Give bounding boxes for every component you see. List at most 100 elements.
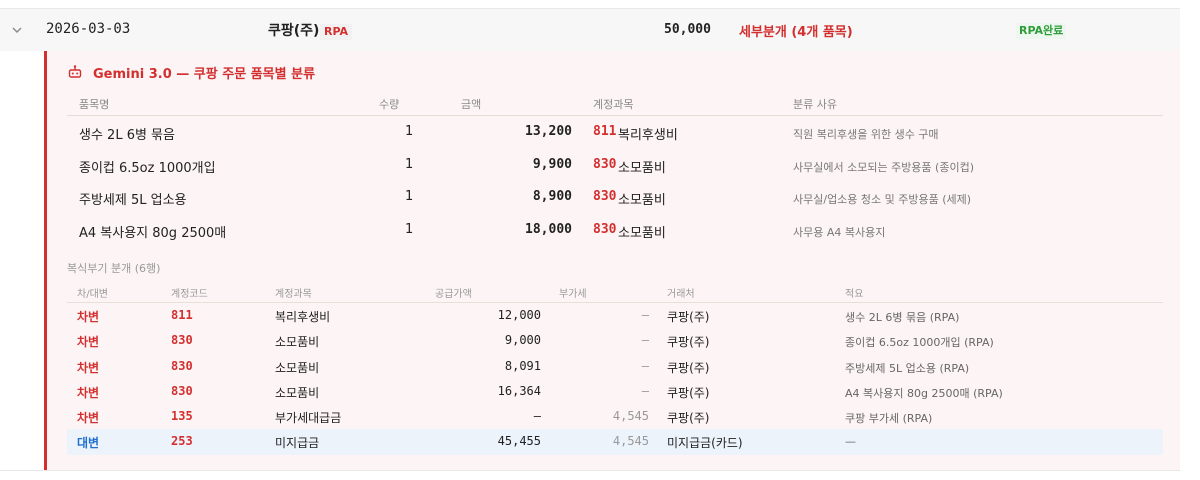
col-code: 계정코드: [171, 289, 208, 300]
col-amount: 금액: [461, 98, 482, 111]
table-row: 주방세제 5L 업소용 1 8,900 830 소모품비 사무실/업소용 청소 및 주방용…: [67, 181, 1163, 214]
supply-amount: 16,364: [497, 383, 541, 398]
col-party: 거래처: [667, 289, 695, 300]
table-row: 차변 830 소모품비 9,000 — 쿠팡(주) 종이컵 6.5oz 1000개입 (RP…: [67, 328, 1163, 353]
account-code: 811: [171, 308, 193, 322]
account-name: 소모품비: [618, 160, 666, 176]
robot-icon: [68, 65, 82, 78]
counterparty: 미지급금(카드): [667, 436, 743, 451]
chevron-down-icon[interactable]: [10, 23, 24, 37]
table-header: 차/대변 계정코드 계정과목 공급가액 부가세 거래처 적요: [67, 280, 1163, 303]
entry-side: 대변: [77, 436, 100, 451]
item-amount: 18,000: [525, 221, 572, 237]
item-name: 생수 2L 6병 묶음: [79, 128, 175, 143]
vat-amount: 4,545: [612, 434, 649, 449]
table-row: 생수 2L 6병 묶음 1 13,200 811 복리후생비 직원 복리후생을 위한 생수…: [67, 116, 1163, 149]
entry-side: 차변: [77, 360, 100, 375]
account-name: 부가세대급금: [275, 411, 342, 426]
supply-amount: —: [533, 409, 541, 424]
account-name: 복리후생비: [275, 310, 331, 324]
account-code: 253: [171, 434, 193, 449]
item-amount: 13,200: [525, 124, 572, 139]
entry-side: 차변: [77, 411, 100, 426]
item-qty: 1: [405, 189, 414, 204]
supply-amount: 9,000: [504, 333, 541, 348]
counterparty: 쿠팡(주): [667, 385, 710, 400]
status-badge: RPA완료: [1016, 23, 1067, 39]
vat-amount: —: [641, 358, 649, 373]
account-code: 811: [593, 124, 617, 139]
account-code: 830: [171, 383, 193, 398]
item-amount: 8,900: [532, 189, 572, 204]
split-label[interactable]: 세부분개 (4개 품목): [739, 21, 853, 40]
table-row: 대변 253 미지급금 45,455 4,545 미지급금(카드) —: [67, 429, 1163, 455]
item-name: 주방세제 5L 업소용: [79, 193, 187, 208]
item-classification-table: 품목명 수량 금액 계정과목 분류 사유 생수 2L 6병 묶음 1 13,200 8…: [67, 89, 1163, 246]
counterparty: 쿠팡(주): [667, 360, 710, 375]
vat-amount: —: [641, 383, 649, 398]
col-item-name: 품목명: [79, 98, 110, 111]
supply-amount: 8,091: [504, 358, 541, 373]
table-row: A4 복사용지 80g 2500매 1 18,000 830 소모품비 사무용 A4 복사…: [67, 214, 1163, 247]
table-row: 차변 830 소모품비 8,091 — 쿠팡(주) 주방세제 5L 업소용 (RPA): [67, 354, 1163, 379]
memo: —: [845, 435, 856, 449]
item-qty: 1: [405, 221, 414, 237]
vendor-name: 쿠팡(주): [268, 23, 320, 39]
classification-reason: 사무실에서 소모되는 주방용품 (종이컵): [793, 160, 974, 174]
counterparty: 쿠팡(주): [667, 411, 710, 426]
table-header: 품목명 수량 금액 계정과목 분류 사유: [67, 89, 1163, 116]
table-row: 차변 830 소모품비 16,364 — 쿠팡(주) A4 복사용지 80g 2500매 (…: [67, 379, 1163, 404]
account-name: 소모품비: [275, 335, 320, 350]
journal-title: 복식부기 분개 (6행): [67, 262, 161, 275]
memo: 생수 2L 6병 묶음 (RPA): [845, 311, 960, 324]
account-name: 소모품비: [618, 193, 666, 208]
classification-reason: 사무실/업소용 청소 및 주방용품 (세제): [793, 193, 972, 206]
col-supply: 공급가액: [435, 289, 472, 300]
table-row: 차변 811 복리후생비 12,000 — 쿠팡(주) 생수 2L 6병 묶음 (RPA): [67, 303, 1163, 328]
item-name: A4 복사용지 80g 2500매: [79, 225, 227, 241]
vat-amount: —: [641, 308, 649, 322]
classification-panel: Gemini 3.0 — 쿠팡 주문 품목별 분류 품목명 수량 금액 계정과목…: [44, 51, 1180, 470]
memo: 쿠팡 부가세 (RPA): [845, 412, 933, 426]
col-vat: 부가세: [559, 289, 587, 300]
item-qty: 1: [405, 124, 414, 139]
journal-table: 차/대변 계정코드 계정과목 공급가액 부가세 거래처 적요 차변 811 복리후생…: [67, 280, 1163, 455]
col-account: 계정과목: [275, 289, 312, 300]
memo: 종이컵 6.5oz 1000개입 (RPA): [845, 336, 994, 350]
panel-title: Gemini 3.0 — 쿠팡 주문 품목별 분류: [93, 67, 316, 82]
transaction-row[interactable]: 2026-03-03 쿠팡(주) RPA 50,000 세부분개 (4개 품목)…: [0, 9, 1180, 51]
account-name: 소모품비: [618, 225, 666, 241]
col-qty: 수량: [379, 98, 400, 111]
transaction-amount: 50,000: [664, 22, 711, 37]
classification-reason: 직원 복리후생을 위한 생수 구매: [793, 128, 939, 141]
account-name: 미지급금: [275, 436, 320, 451]
col-reason: 분류 사유: [793, 98, 837, 111]
bottom-divider: [0, 470, 1180, 471]
classification-reason: 사무용 A4 복사용지: [793, 225, 886, 239]
vat-amount: —: [641, 333, 649, 348]
account-name: 복리후생비: [618, 128, 678, 143]
account-code: 830: [593, 156, 617, 172]
col-side: 차/대변: [77, 289, 108, 300]
counterparty: 쿠팡(주): [667, 335, 710, 350]
account-code: 135: [171, 409, 193, 424]
col-account: 계정과목: [593, 98, 634, 111]
item-name: 종이컵 6.5oz 1000개입: [79, 160, 216, 176]
account-name: 소모품비: [275, 385, 320, 400]
account-code: 830: [593, 221, 617, 237]
transaction-date: 2026-03-03: [46, 21, 131, 37]
entry-side: 차변: [77, 385, 100, 400]
item-amount: 9,900: [532, 156, 572, 172]
vat-amount: 4,545: [612, 409, 649, 424]
account-code: 830: [171, 333, 193, 348]
table-row: 차변 135 부가세대급금 — 4,545 쿠팡(주) 쿠팡 부가세 (RPA): [67, 404, 1163, 429]
supply-amount: 12,000: [497, 308, 541, 322]
memo: A4 복사용지 80g 2500매 (RPA): [845, 386, 1003, 400]
table-row: 종이컵 6.5oz 1000개입 1 9,900 830 소모품비 사무실에서 소모되는 …: [67, 149, 1163, 182]
account-code: 830: [593, 189, 617, 204]
rpa-badge: RPA: [320, 24, 353, 40]
memo: 주방세제 5L 업소용 (RPA): [845, 361, 970, 375]
entry-side: 차변: [77, 310, 100, 324]
account-code: 830: [171, 358, 193, 373]
counterparty: 쿠팡(주): [667, 310, 710, 324]
